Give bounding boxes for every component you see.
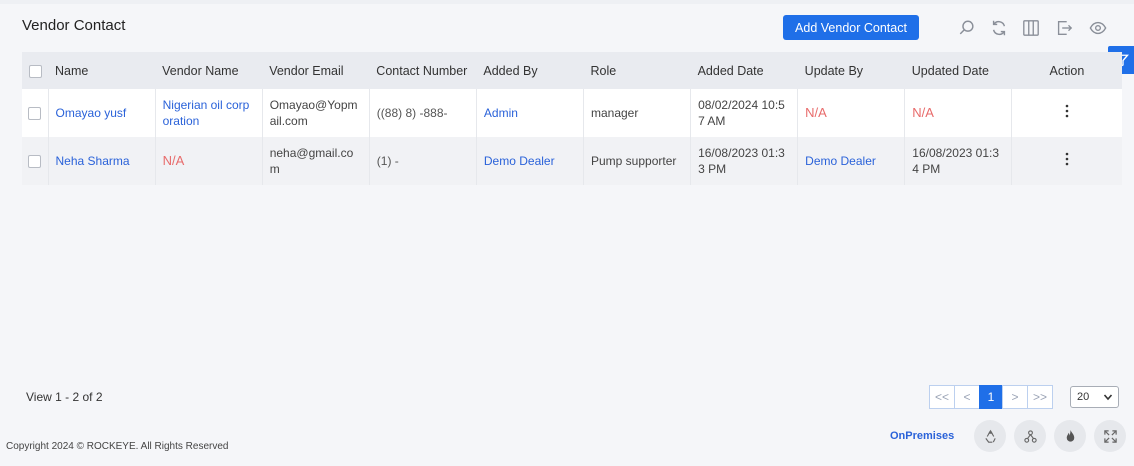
column-header-updated-date[interactable]: Updated Date (905, 52, 1012, 89)
table-row: Omayao yusf Nigerian oil corporation Oma… (22, 89, 1122, 137)
row-checkbox[interactable] (28, 155, 42, 169)
vendor-email: Omayao@Yopmail.com (269, 98, 358, 128)
network-icon[interactable] (1014, 420, 1046, 452)
updated-date: N/A (912, 105, 934, 120)
table-row: Neha Sharma N/A neha@gmail.com (1) - Dem… (22, 137, 1122, 185)
column-header-role[interactable]: Role (583, 52, 690, 89)
recycle-icon[interactable] (974, 420, 1006, 452)
first-page-button[interactable]: << (929, 385, 955, 409)
chevron-down-icon (1103, 394, 1113, 401)
columns-icon[interactable] (1020, 17, 1042, 39)
refresh-icon[interactable] (988, 17, 1010, 39)
updated-date: 16/08/2023 01:34 PM (912, 146, 1000, 176)
table-header-row: Name Vendor Name Vendor Email Contact Nu… (22, 52, 1122, 89)
next-page-button[interactable]: > (1002, 385, 1028, 409)
added-date: 16/08/2023 01:33 PM (698, 146, 785, 176)
contact-name-link[interactable]: Neha Sharma (56, 154, 130, 168)
copyright-text: Copyright 2024 © ROCKEYE. All Rights Res… (6, 441, 229, 452)
row-checkbox[interactable] (28, 107, 42, 121)
added-by-link[interactable]: Demo Dealer (484, 154, 555, 168)
last-page-button[interactable]: >> (1027, 385, 1053, 409)
fire-icon[interactable] (1054, 420, 1086, 452)
records-count: View 1 - 2 of 2 (26, 390, 103, 404)
role: manager (590, 106, 639, 120)
column-header-contact-number[interactable]: Contact Number (369, 52, 476, 89)
onpremises-link[interactable]: OnPremises (890, 430, 954, 442)
update-by: N/A (805, 105, 827, 120)
added-by-link[interactable]: Admin (484, 106, 518, 120)
per-page-select[interactable]: 20 (1070, 386, 1119, 408)
vendor-name: N/A (162, 153, 185, 168)
kebab-menu-icon[interactable] (1060, 103, 1074, 119)
vendor-email: neha@gmail.com (269, 146, 354, 176)
top-strip (0, 0, 1134, 4)
row-select-cell (22, 89, 49, 137)
role: Pump supporter (590, 154, 677, 168)
vendor-name-link[interactable]: Nigerian oil corporation (163, 98, 250, 128)
row-action-cell (1012, 137, 1122, 185)
add-vendor-contact-button[interactable]: Add Vendor Contact (783, 15, 919, 40)
page-title: Vendor Contact (22, 17, 126, 34)
row-action-cell (1012, 89, 1122, 137)
pagination: << < 1 > >> (929, 385, 1053, 409)
update-by-link[interactable]: Demo Dealer (805, 154, 876, 168)
added-date: 08/02/2024 10:57 AM (698, 98, 785, 128)
contact-number: ((88) 8) -888- (376, 106, 448, 120)
page-number-button[interactable]: 1 (979, 385, 1003, 409)
column-header-added-date[interactable]: Added Date (691, 52, 798, 89)
column-header-added-by[interactable]: Added By (476, 52, 583, 89)
select-all-checkbox[interactable] (28, 64, 42, 78)
vendor-contact-table: Name Vendor Name Vendor Email Contact Nu… (22, 52, 1122, 185)
column-header-vendor-name[interactable]: Vendor Name (155, 52, 262, 89)
contact-number: (1) - (376, 154, 399, 168)
eye-icon[interactable] (1087, 17, 1109, 39)
export-icon[interactable] (1053, 17, 1075, 39)
row-select-cell (22, 137, 49, 185)
column-header-vendor-email[interactable]: Vendor Email (262, 52, 369, 89)
expand-icon[interactable] (1094, 420, 1126, 452)
per-page-value: 20 (1077, 391, 1090, 403)
column-header-name[interactable]: Name (48, 52, 155, 89)
column-header-update-by[interactable]: Update By (798, 52, 905, 89)
contact-name-link[interactable]: Omayao yusf (56, 106, 127, 120)
prev-page-button[interactable]: < (954, 385, 980, 409)
search-icon[interactable] (956, 17, 978, 39)
select-all-cell (22, 52, 48, 89)
kebab-menu-icon[interactable] (1060, 151, 1074, 167)
column-header-action: Action (1049, 63, 1085, 78)
